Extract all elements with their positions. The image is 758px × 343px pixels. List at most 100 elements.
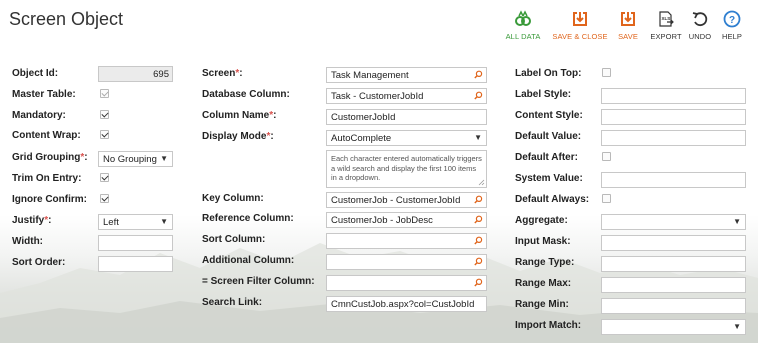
screen-filter-column-field[interactable] — [326, 275, 487, 291]
justify-select[interactable]: Left ▼ — [98, 214, 173, 230]
export-label: EXPORT — [650, 32, 682, 41]
width-field[interactable] — [98, 235, 173, 251]
export-icon: XLS — [650, 8, 682, 30]
label-on-top-label: Label On Top: — [515, 68, 582, 79]
content-style-label: Content Style: — [515, 110, 583, 121]
reference-column-label: Reference Column: — [202, 213, 294, 224]
sort-order-field[interactable] — [98, 256, 173, 272]
all-data-label: ALL DATA — [505, 32, 541, 41]
search-icon[interactable] — [474, 257, 483, 266]
content-wrap-checkbox[interactable] — [100, 130, 109, 139]
search-link-field[interactable]: CmnCustJob.aspx?col=CustJobId — [326, 296, 487, 312]
ignore-confirm-label: Ignore Confirm: — [12, 194, 87, 205]
reference-column-field[interactable]: CustomerJob - JobDesc — [326, 212, 487, 228]
save-icon — [616, 8, 640, 30]
database-column-label: Database Column: — [202, 89, 290, 100]
sort-column-label: Sort Column: — [202, 234, 266, 245]
chevron-down-icon: ▼ — [474, 133, 482, 142]
resize-grip-icon[interactable] — [478, 179, 485, 186]
additional-column-label: Additional Column: — [202, 255, 295, 266]
all-data-icon — [503, 8, 543, 30]
aggregate-select[interactable]: ▼ — [601, 214, 746, 230]
search-icon[interactable] — [474, 236, 483, 245]
justify-label: Justify*: — [12, 215, 52, 226]
display-mode-label: Display Mode*: — [202, 131, 274, 142]
system-value-field[interactable] — [601, 172, 746, 188]
range-max-label: Range Max: — [515, 278, 572, 289]
all-data-button[interactable]: ALL DATA — [503, 8, 543, 41]
svg-text:XLS: XLS — [662, 16, 671, 21]
grid-grouping-select[interactable]: No Grouping ▼ — [98, 151, 173, 167]
help-button[interactable]: ? HELP — [720, 8, 744, 41]
grid-grouping-label: Grid Grouping*: — [12, 152, 88, 163]
content-wrap-label: Content Wrap: — [12, 130, 81, 141]
content-style-field[interactable] — [601, 109, 746, 125]
label-style-label: Label Style: — [515, 89, 572, 100]
save-close-label: SAVE & CLOSE — [552, 32, 608, 41]
default-value-field[interactable] — [601, 130, 746, 146]
trim-on-entry-label: Trim On Entry: — [12, 173, 82, 184]
svg-text:?: ? — [729, 15, 735, 26]
range-type-label: Range Type: — [515, 257, 575, 268]
chevron-down-icon: ▼ — [160, 217, 168, 226]
search-icon[interactable] — [474, 278, 483, 287]
database-column-field[interactable]: Task - CustomerJobId — [326, 88, 487, 104]
master-table-checkbox — [100, 89, 109, 98]
undo-icon — [688, 8, 712, 30]
column-name-label: Column Name*: — [202, 110, 277, 121]
save-button[interactable]: SAVE — [616, 8, 640, 41]
search-icon[interactable] — [474, 70, 483, 79]
default-after-checkbox[interactable] — [602, 152, 611, 161]
mandatory-label: Mandatory: — [12, 110, 66, 121]
sort-order-label: Sort Order: — [12, 257, 66, 268]
trim-on-entry-checkbox[interactable] — [100, 173, 109, 182]
search-link-label: Search Link: — [202, 297, 263, 308]
default-always-label: Default Always: — [515, 194, 590, 205]
default-always-checkbox[interactable] — [602, 194, 611, 203]
undo-label: UNDO — [688, 32, 712, 41]
chevron-down-icon: ▼ — [733, 217, 741, 226]
system-value-label: System Value: — [515, 173, 583, 184]
label-style-field[interactable] — [601, 88, 746, 104]
object-id-field: 695 — [98, 66, 173, 82]
search-icon[interactable] — [474, 215, 483, 224]
undo-button[interactable]: UNDO — [688, 8, 712, 41]
master-table-label: Master Table: — [12, 89, 76, 100]
screen-label: Screen*: — [202, 68, 243, 79]
help-icon: ? — [720, 8, 744, 30]
export-button[interactable]: XLS EXPORT — [650, 8, 682, 41]
range-max-field[interactable] — [601, 277, 746, 293]
import-match-label: Import Match: — [515, 320, 582, 331]
object-id-label: Object Id: — [12, 68, 59, 79]
display-mode-select[interactable]: AutoComplete ▼ — [326, 130, 487, 146]
chevron-down-icon: ▼ — [733, 322, 741, 331]
screen-field[interactable]: Task Management — [326, 67, 487, 83]
ignore-confirm-checkbox[interactable] — [100, 194, 109, 203]
column-name-field[interactable]: CustomerJobId — [326, 109, 487, 125]
default-after-label: Default After: — [515, 152, 578, 163]
save-close-icon — [552, 8, 608, 30]
label-on-top-checkbox[interactable] — [602, 68, 611, 77]
help-label: HELP — [722, 32, 742, 41]
input-mask-label: Input Mask: — [515, 236, 571, 247]
chevron-down-icon: ▼ — [160, 154, 168, 163]
display-mode-description[interactable]: Each character entered automatically tri… — [326, 150, 487, 188]
page-title: Screen Object — [9, 9, 124, 29]
search-icon[interactable] — [474, 91, 483, 100]
additional-column-field[interactable] — [326, 254, 487, 270]
search-icon[interactable] — [474, 195, 483, 204]
width-label: Width: — [12, 236, 44, 247]
range-type-field[interactable] — [601, 256, 746, 272]
mandatory-checkbox[interactable] — [100, 110, 109, 119]
range-min-field[interactable] — [601, 298, 746, 314]
import-match-select[interactable]: ▼ — [601, 319, 746, 335]
key-column-field[interactable]: CustomerJob - CustomerJobId — [326, 192, 487, 208]
input-mask-field[interactable] — [601, 235, 746, 251]
save-close-button[interactable]: SAVE & CLOSE — [552, 8, 608, 41]
screen-filter-column-label: = Screen Filter Column: — [202, 276, 315, 287]
sort-column-field[interactable] — [326, 233, 487, 249]
default-value-label: Default Value: — [515, 131, 582, 142]
aggregate-label: Aggregate: — [515, 215, 568, 226]
key-column-label: Key Column: — [202, 193, 264, 204]
save-label: SAVE — [618, 32, 638, 41]
